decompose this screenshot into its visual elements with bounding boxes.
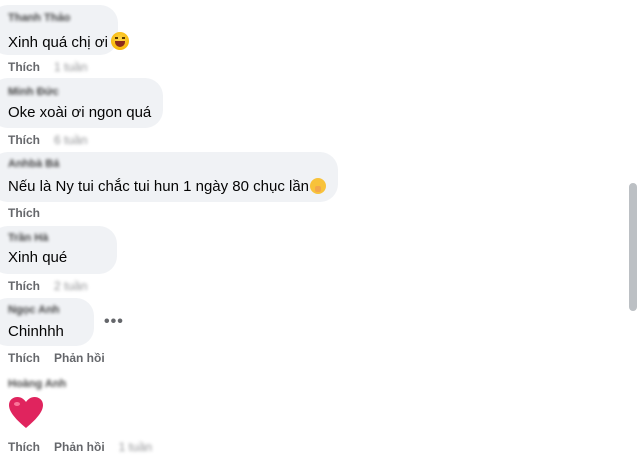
comment-text: Xinh quá chị ơi bbox=[8, 32, 129, 51]
reply-button[interactable]: Phản hồi bbox=[54, 440, 105, 454]
comment-text-content: Xinh quá chị ơi bbox=[8, 34, 108, 51]
comment-actions: Thích 1 tuần bbox=[8, 60, 101, 74]
like-button[interactable]: Thích bbox=[8, 133, 40, 147]
like-button[interactable]: Thích bbox=[8, 279, 40, 293]
more-options-icon[interactable]: ••• bbox=[104, 313, 124, 331]
comment-author[interactable]: Thanh Thảo bbox=[8, 12, 70, 24]
comment-actions: Thích 2 tuần bbox=[8, 279, 101, 293]
comment-text: Oke xoài ơi ngon quá bbox=[8, 104, 152, 121]
red-heart-icon bbox=[9, 397, 43, 428]
comment-author[interactable]: Trần Hà bbox=[8, 232, 48, 244]
shushing-face-icon bbox=[310, 178, 327, 194]
like-button[interactable]: Thích bbox=[8, 60, 40, 74]
comment-actions: Thích bbox=[8, 206, 54, 220]
comment-actions: Thích Phản hồi 1 tuần bbox=[8, 440, 166, 454]
scrollbar-thumb[interactable] bbox=[629, 183, 637, 311]
comment-author[interactable]: Minh Đức bbox=[8, 86, 59, 98]
comment-author[interactable]: Anhbà Bá bbox=[8, 158, 59, 170]
comment-time[interactable]: 1 tuần bbox=[54, 60, 87, 74]
like-button[interactable]: Thích bbox=[8, 351, 40, 365]
comment-actions: Thích Phản hồi bbox=[8, 351, 119, 365]
comment-text: Nếu là Ny tui chắc tui hun 1 ngày 80 chụ… bbox=[8, 178, 327, 195]
like-button[interactable]: Thích bbox=[8, 440, 40, 454]
comment-actions: Thích 6 tuần bbox=[8, 133, 101, 147]
comment-author[interactable]: Hoàng Anh bbox=[8, 378, 66, 390]
comment-text: Chinhhh bbox=[8, 323, 64, 340]
comment-time[interactable]: 1 tuần bbox=[119, 440, 152, 454]
comment-text: Xinh qué bbox=[8, 249, 68, 266]
comment-text-content: Nếu là Ny tui chắc tui hun 1 ngày 80 chụ… bbox=[8, 178, 310, 195]
comment-time[interactable]: 6 tuần bbox=[54, 133, 87, 147]
comment-time[interactable]: 2 tuần bbox=[54, 279, 87, 293]
reply-button[interactable]: Phản hồi bbox=[54, 351, 105, 365]
like-button[interactable]: Thích bbox=[8, 206, 40, 220]
comment-author[interactable]: Ngọc Anh bbox=[8, 304, 60, 316]
laughing-face-icon bbox=[110, 32, 129, 50]
